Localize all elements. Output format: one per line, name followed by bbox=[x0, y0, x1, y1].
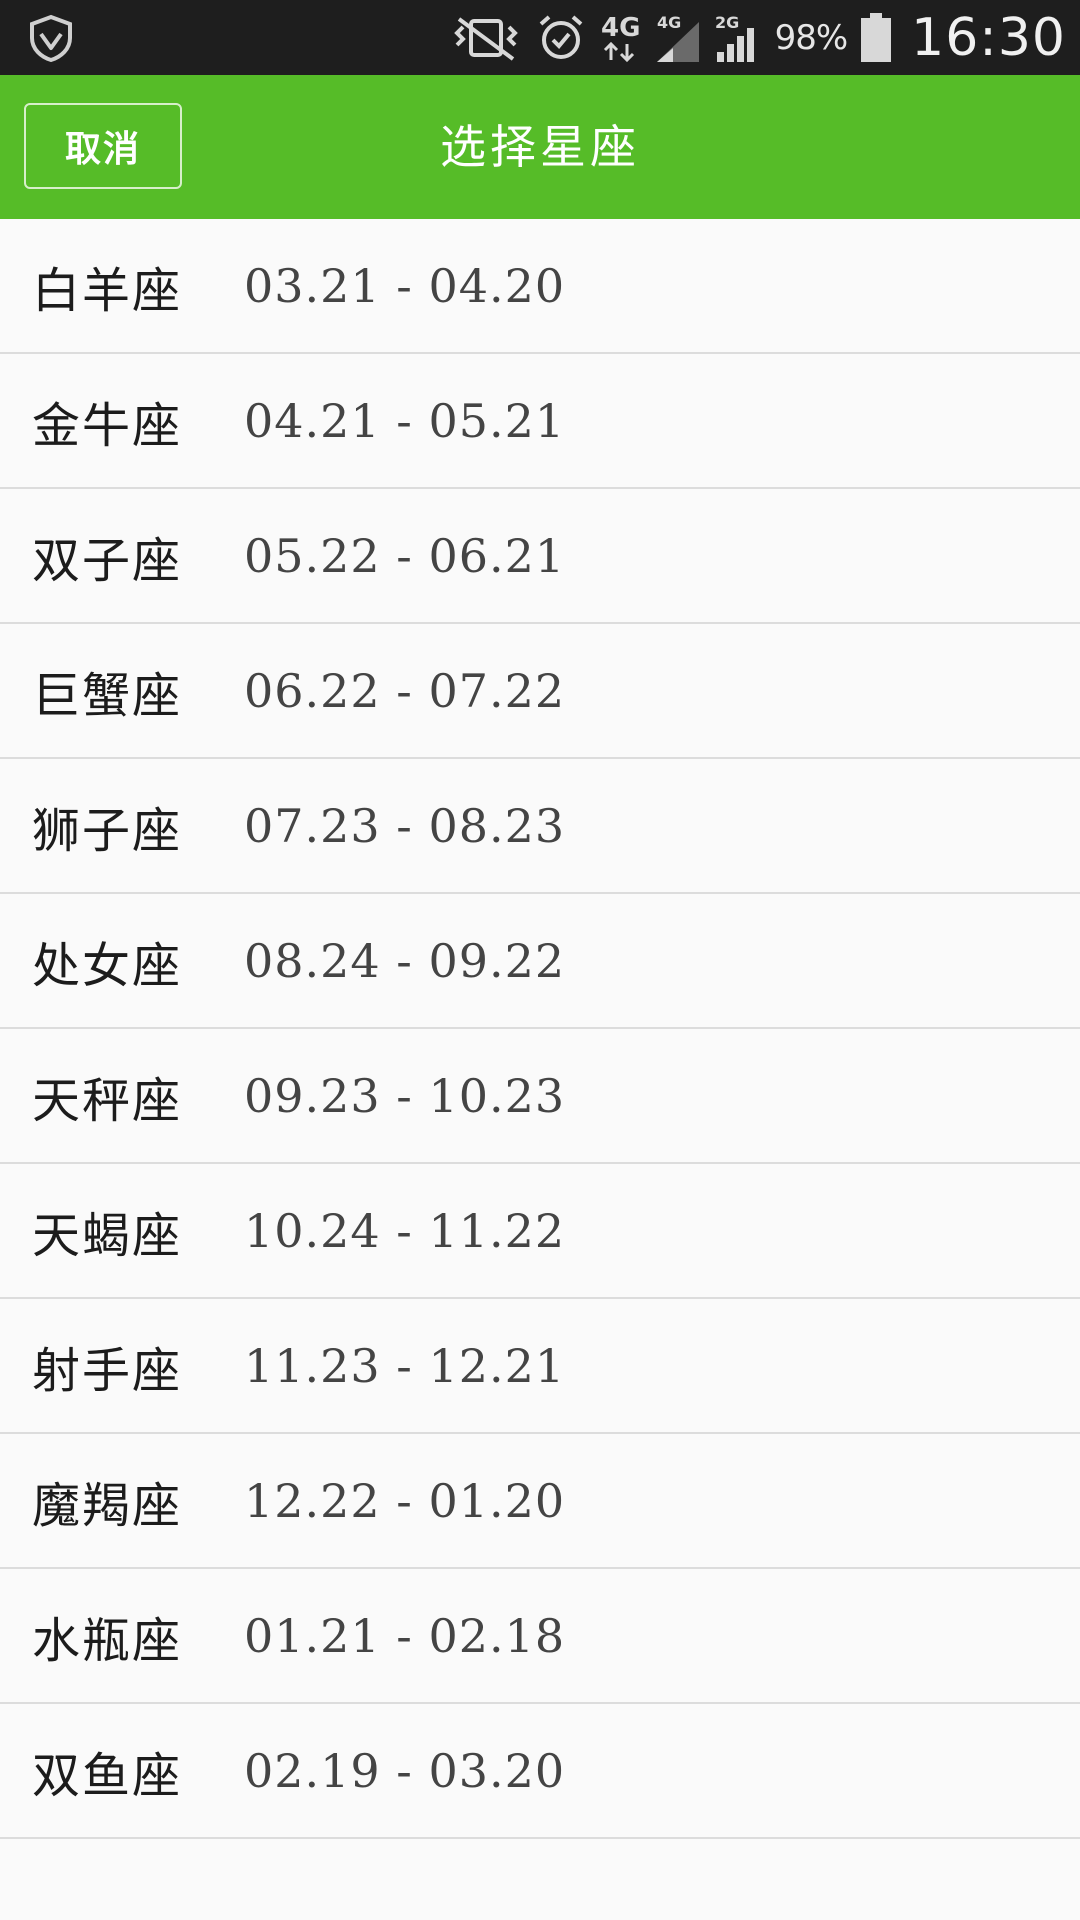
zodiac-name: 天蝎座 bbox=[32, 1207, 183, 1264]
zodiac-row[interactable]: 射手座 11.23 - 12.21 bbox=[0, 1299, 1080, 1434]
zodiac-row[interactable]: 天秤座 09.23 - 10.23 bbox=[0, 1029, 1080, 1164]
zodiac-name: 白羊座 bbox=[32, 262, 183, 319]
battery-icon bbox=[859, 12, 893, 64]
status-icons: 4G 4G 2G 98% 16:30 bbox=[449, 0, 1066, 75]
zodiac-dates: 04.21 - 05.21 bbox=[244, 393, 566, 448]
zodiac-row[interactable]: 天蝎座 10.24 - 11.22 bbox=[0, 1164, 1080, 1299]
header-bar: 选择星座 取消 bbox=[0, 75, 1080, 219]
cancel-button[interactable]: 取消 bbox=[24, 103, 182, 189]
zodiac-dates: 12.22 - 01.20 bbox=[244, 1473, 566, 1528]
battery-percent: 98% bbox=[774, 17, 849, 58]
zodiac-dates: 07.23 - 08.23 bbox=[244, 798, 566, 853]
network-label-2: 4G bbox=[657, 13, 681, 32]
zodiac-row[interactable]: 白羊座 03.21 - 04.20 bbox=[0, 219, 1080, 354]
zodiac-row[interactable]: 处女座 08.24 - 09.22 bbox=[0, 894, 1080, 1029]
clock: 16:30 bbox=[911, 7, 1066, 68]
zodiac-name: 巨蟹座 bbox=[32, 667, 183, 724]
signal-4g-icon: 4G bbox=[655, 10, 701, 66]
zodiac-dates: 09.23 - 10.23 bbox=[244, 1068, 566, 1123]
status-bar: 4G 4G 2G 98% 16:30 bbox=[0, 0, 1080, 75]
zodiac-name: 狮子座 bbox=[32, 802, 183, 859]
vibrate-mute-icon bbox=[449, 13, 523, 63]
zodiac-dates: 10.24 - 11.22 bbox=[244, 1203, 566, 1258]
network-label-1: 4G bbox=[601, 13, 640, 43]
zodiac-row[interactable]: 巨蟹座 06.22 - 07.22 bbox=[0, 624, 1080, 759]
zodiac-name: 水瓶座 bbox=[32, 1612, 183, 1669]
zodiac-dates: 01.21 - 02.18 bbox=[244, 1608, 566, 1663]
zodiac-row[interactable]: 狮子座 07.23 - 08.23 bbox=[0, 759, 1080, 894]
network-label-3: 2G bbox=[715, 13, 739, 32]
zodiac-name: 射手座 bbox=[32, 1342, 183, 1399]
zodiac-name: 金牛座 bbox=[32, 397, 183, 454]
4g-data-icon: 4G bbox=[599, 10, 643, 66]
zodiac-row[interactable]: 魔羯座 12.22 - 01.20 bbox=[0, 1434, 1080, 1569]
zodiac-row[interactable]: 水瓶座 01.21 - 02.18 bbox=[0, 1569, 1080, 1704]
alarm-icon bbox=[535, 12, 587, 64]
zodiac-row[interactable]: 双鱼座 02.19 - 03.20 bbox=[0, 1704, 1080, 1839]
zodiac-dates: 05.22 - 06.21 bbox=[244, 528, 566, 583]
zodiac-name: 双子座 bbox=[32, 532, 183, 589]
zodiac-name: 双鱼座 bbox=[32, 1747, 183, 1804]
zodiac-dates: 03.21 - 04.20 bbox=[244, 258, 566, 313]
zodiac-name: 天秤座 bbox=[32, 1072, 183, 1129]
zodiac-row[interactable]: 金牛座 04.21 - 05.21 bbox=[0, 354, 1080, 489]
zodiac-dates: 08.24 - 09.22 bbox=[244, 933, 566, 988]
shield-icon bbox=[28, 14, 74, 63]
zodiac-dates: 02.19 - 03.20 bbox=[244, 1743, 566, 1798]
zodiac-list: 白羊座 03.21 - 04.20 金牛座 04.21 - 05.21 双子座 05.22… bbox=[0, 219, 1080, 1839]
zodiac-name: 魔羯座 bbox=[32, 1477, 183, 1534]
zodiac-row[interactable]: 双子座 05.22 - 06.21 bbox=[0, 489, 1080, 624]
zodiac-dates: 06.22 - 07.22 bbox=[244, 663, 566, 718]
signal-2g-icon: 2G bbox=[713, 10, 763, 66]
zodiac-dates: 11.23 - 12.21 bbox=[244, 1338, 566, 1393]
zodiac-name: 处女座 bbox=[32, 937, 183, 994]
